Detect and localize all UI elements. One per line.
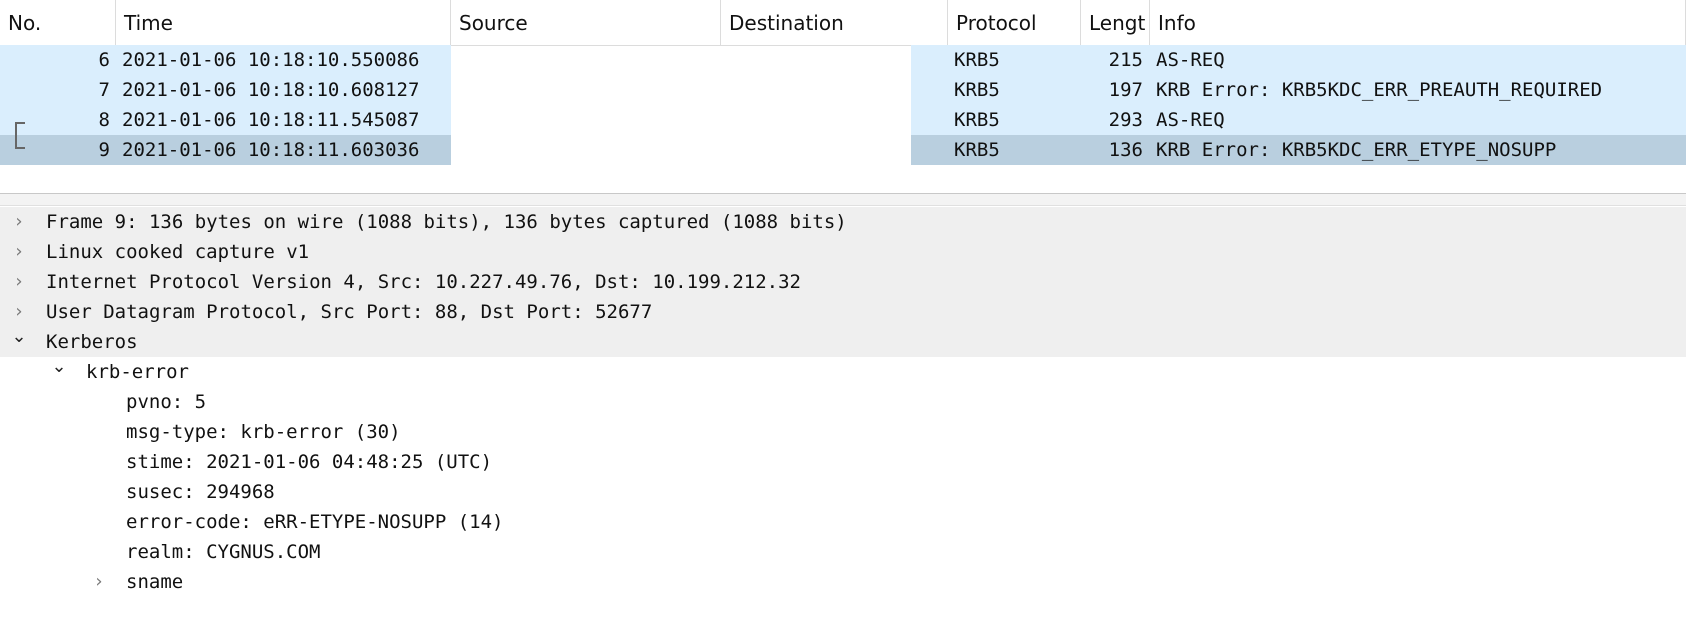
column-header-source[interactable]: Source [451, 0, 721, 46]
tree-item-label: sname [126, 571, 184, 593]
column-header-length[interactable]: Lengt [1081, 0, 1150, 46]
tree-field-pvno[interactable]: pvno: 5 [126, 387, 206, 417]
wireshark-window: No. Time Source Destination Protocol Len… [0, 0, 1686, 634]
packet-time: 2021-01-06 10:18:10.608127 [122, 79, 420, 101]
packet-length: 136 [1108, 139, 1143, 161]
column-header-time[interactable]: Time [116, 0, 451, 46]
packet-protocol: KRB5 [954, 109, 1000, 131]
packet-row-6[interactable]: 6 2021-01-06 10:18:10.550086 KRB5 215 AS… [0, 45, 1686, 75]
packet-protocol: KRB5 [954, 49, 1000, 71]
expand-chevron-icon[interactable]: › [9, 207, 29, 237]
tree-item-kerberos[interactable]: ⌄ Kerberos [0, 326, 1686, 357]
tree-item-ipv4[interactable]: › Internet Protocol Version 4, Src: 10.2… [0, 267, 1686, 297]
packet-length: 197 [1108, 79, 1143, 101]
field-text: realm: CYGNUS.COM [126, 541, 321, 563]
packet-no: 7 [98, 79, 110, 101]
tree-item-linux-cooked-capture[interactable]: › Linux cooked capture v1 [0, 237, 1686, 267]
packet-list: No. Time Source Destination Protocol Len… [0, 0, 1686, 193]
tree-item-krb-error[interactable]: ⌄ krb-error [0, 356, 1686, 387]
tree-item-label: Internet Protocol Version 4, Src: 10.227… [46, 271, 801, 293]
packet-time: 2021-01-06 10:18:11.603036 [122, 139, 420, 161]
packet-info: KRB Error: KRB5KDC_ERR_PREAUTH_REQUIRED [1156, 79, 1603, 101]
packet-length: 293 [1108, 109, 1143, 131]
packet-protocol: KRB5 [954, 79, 1000, 101]
tree-item-label: Frame 9: 136 bytes on wire (1088 bits), … [46, 211, 847, 233]
collapse-chevron-icon[interactable]: ⌄ [9, 322, 29, 352]
packet-info: KRB Error: KRB5KDC_ERR_ETYPE_NOSUPP [1156, 139, 1557, 161]
tree-item-sname[interactable]: › sname [0, 567, 1686, 597]
tree-field-realm[interactable]: realm: CYGNUS.COM [126, 537, 320, 567]
tree-item-udp[interactable]: › User Datagram Protocol, Src Port: 88, … [0, 297, 1686, 327]
tree-field-msg-type[interactable]: msg-type: krb-error (30) [126, 417, 401, 447]
packet-time: 2021-01-06 10:18:11.545087 [122, 109, 420, 131]
expand-chevron-icon[interactable]: › [89, 567, 109, 597]
row-highlight [911, 45, 1686, 75]
packet-info: AS-REQ [1156, 109, 1225, 131]
related-packet-bracket-icon [15, 122, 25, 149]
packet-no: 6 [98, 49, 110, 71]
packet-details-tree: › Frame 9: 136 bytes on wire (1088 bits)… [0, 207, 1686, 634]
tree-item-label: User Datagram Protocol, Src Port: 88, Ds… [46, 301, 653, 323]
field-text: susec: 294968 [126, 481, 275, 503]
expand-chevron-icon[interactable]: › [9, 237, 29, 267]
packet-time: 2021-01-06 10:18:10.550086 [122, 49, 420, 71]
packet-row-8[interactable]: 8 2021-01-06 10:18:11.545087 KRB5 293 AS… [0, 105, 1686, 135]
column-header-info[interactable]: Info [1150, 0, 1686, 46]
column-header-protocol[interactable]: Protocol [948, 0, 1081, 46]
packet-row-7[interactable]: 7 2021-01-06 10:18:10.608127 KRB5 197 KR… [0, 75, 1686, 105]
field-text: stime: 2021-01-06 04:48:25 (UTC) [126, 451, 493, 473]
pane-splitter[interactable] [0, 193, 1686, 206]
tree-item-frame[interactable]: › Frame 9: 136 bytes on wire (1088 bits)… [0, 207, 1686, 237]
tree-item-label: krb-error [86, 361, 189, 383]
row-highlight [911, 105, 1686, 135]
field-text: msg-type: krb-error (30) [126, 421, 401, 443]
collapse-chevron-icon[interactable]: ⌄ [49, 352, 69, 382]
packet-info: AS-REQ [1156, 49, 1225, 71]
column-header-no[interactable]: No. [0, 0, 116, 46]
tree-item-label: Linux cooked capture v1 [46, 241, 310, 263]
tree-field-susec[interactable]: susec: 294968 [126, 477, 275, 507]
packet-length: 215 [1108, 49, 1143, 71]
column-header-destination[interactable]: Destination [721, 0, 948, 46]
field-text: error-code: eRR-ETYPE-NOSUPP (14) [126, 511, 504, 533]
expand-chevron-icon[interactable]: › [9, 267, 29, 297]
packet-row-9-selected[interactable]: 9 2021-01-06 10:18:11.603036 KRB5 136 KR… [0, 135, 1686, 165]
packet-protocol: KRB5 [954, 139, 1000, 161]
field-text: pvno: 5 [126, 391, 207, 413]
tree-field-error-code[interactable]: error-code: eRR-ETYPE-NOSUPP (14) [126, 507, 504, 537]
tree-field-stime[interactable]: stime: 2021-01-06 04:48:25 (UTC) [126, 447, 492, 477]
